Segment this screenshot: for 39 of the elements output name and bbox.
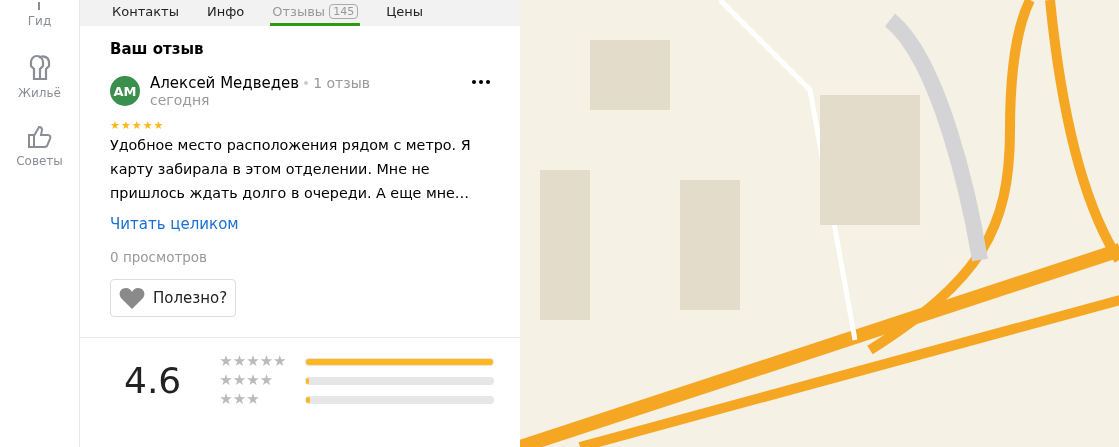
star-icon: ★	[153, 120, 164, 131]
read-more-link[interactable]: Читать целиком	[110, 215, 494, 233]
author-review-count: 1 отзыв	[313, 75, 370, 91]
sidebar-item[interactable]: Жильё	[18, 52, 61, 100]
heart-icon	[119, 287, 145, 309]
review-text: Удобное место расположения рядом с метро. Я карту забирала в этом отделении. Мне не пришлось ждать долго в очереди. А еще мне…	[110, 136, 472, 203]
star-icon: ★	[110, 120, 120, 131]
star-icon: ★	[259, 373, 274, 388]
separator-dot	[304, 81, 309, 85]
star-icon: ★	[273, 354, 287, 369]
review-date: сегодня	[150, 92, 211, 108]
star-icon: ★	[232, 354, 247, 369]
star-icon: ★	[219, 354, 233, 369]
count-badge: 145	[329, 4, 359, 19]
star-icon: ★	[246, 392, 260, 407]
star-icon: ★	[246, 373, 260, 388]
tab[interactable]: Отзывы 145	[270, 4, 361, 26]
tab[interactable]: Инфо	[204, 4, 247, 26]
section-title: Ваш отзыв	[110, 40, 205, 58]
thumbs-up-icon	[26, 124, 53, 150]
star-icon: ★	[142, 120, 153, 131]
star-icon: ★	[232, 373, 247, 388]
sidebar-item[interactable]: Советы	[16, 124, 63, 168]
star-icon: ★	[131, 120, 142, 131]
star-icon: ★	[219, 392, 233, 407]
star-icon: ★	[259, 354, 274, 369]
view-count: 0 просмотров	[110, 249, 209, 265]
tab[interactable]: Контакты	[110, 4, 181, 26]
sidebar-item[interactable]: Гид	[27, 2, 52, 28]
tab[interactable]: Цены	[384, 4, 425, 26]
star-icon: ★	[246, 354, 260, 369]
more-icon	[472, 80, 490, 84]
star-icon: ★	[232, 392, 247, 407]
star-icon: ★	[219, 373, 233, 388]
author-name: Алексей Медведев	[150, 74, 300, 92]
average-rating: 4.6	[124, 360, 182, 401]
useful-button[interactable]: Полезно?	[110, 279, 237, 317]
avatar: АМ	[110, 76, 140, 106]
star-icon: ★	[120, 120, 131, 131]
